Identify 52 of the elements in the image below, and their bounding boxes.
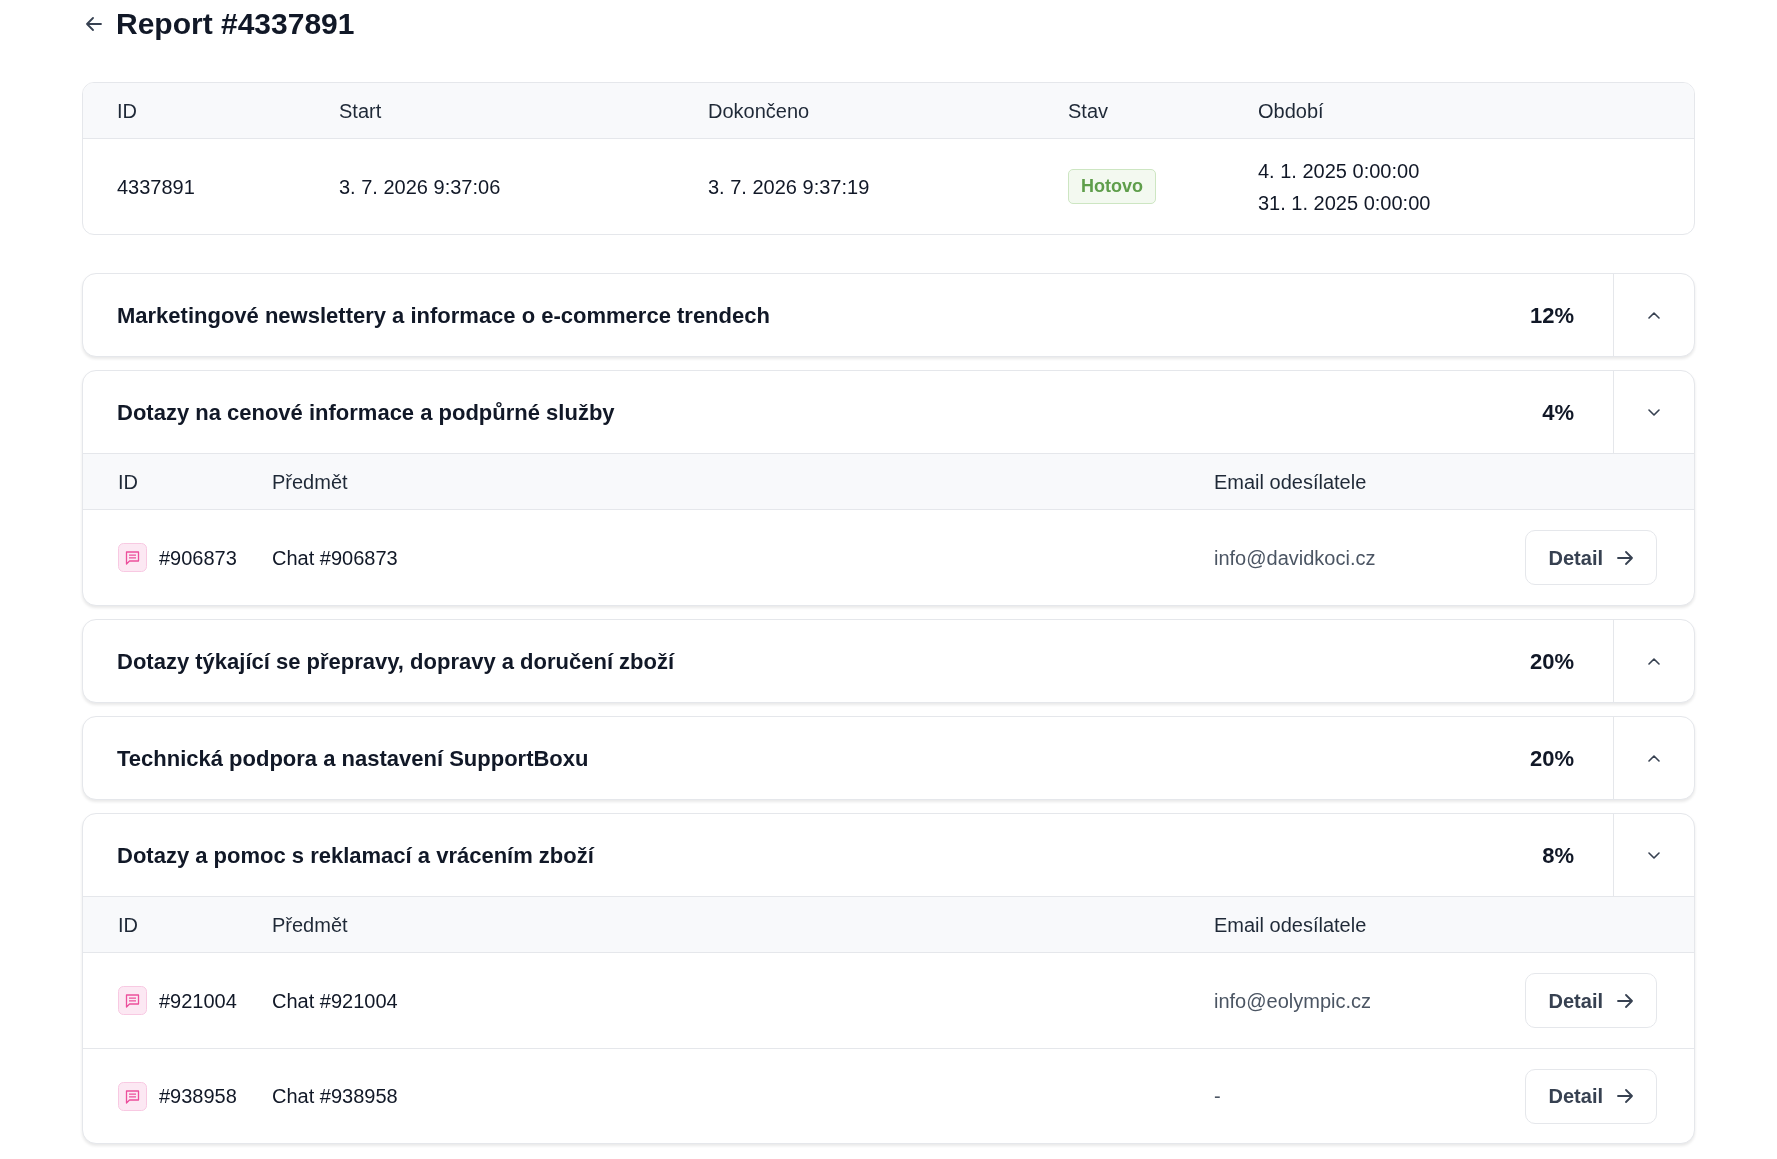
column-header: Předmět xyxy=(272,913,348,936)
category-percentage: 20% xyxy=(1529,647,1574,676)
detail-button[interactable]: Detail xyxy=(1524,530,1657,585)
table-cell: 3. 7. 2026 9:37:19 xyxy=(708,175,870,198)
table-cell: info@davidkoci.cz xyxy=(1214,546,1376,569)
category-title: Dotazy týkající se přepravy, dopravy a doručení zboží xyxy=(117,647,676,676)
column-header: Předmět xyxy=(272,470,348,493)
column-header: ID xyxy=(118,913,138,936)
table-cell: Chat #906873 xyxy=(272,546,398,569)
table-cell: Chat #938958 xyxy=(272,1085,398,1107)
category-percentage: 20% xyxy=(1529,744,1574,773)
column-header: Start xyxy=(339,99,382,122)
table-cell-text: #906873 xyxy=(159,545,237,571)
column-header: Dokončeno xyxy=(708,99,810,122)
chevron-down-icon[interactable] xyxy=(1648,408,1660,416)
table-cell-text: 31. 1. 2025 0:00:00 xyxy=(1258,190,1432,216)
chevron-up-icon[interactable] xyxy=(1648,657,1660,665)
status-badge: Hotovo xyxy=(1068,169,1156,204)
table-cell: info@eolympic.cz xyxy=(1214,989,1372,1012)
back-arrow-icon[interactable] xyxy=(86,17,102,31)
column-header: ID xyxy=(117,99,137,122)
chat-bubble-icon xyxy=(118,543,147,572)
arrow-right-icon xyxy=(1617,1089,1633,1103)
arrow-right-icon xyxy=(1617,550,1633,565)
column-header: Email odesílatele xyxy=(1214,470,1367,493)
table-cell: - xyxy=(1214,1085,1221,1107)
chat-bubble-icon xyxy=(118,986,147,1015)
category-percentage: 4% xyxy=(1542,398,1574,427)
category-title: Dotazy na cenové informace a podpůrné služby xyxy=(117,398,616,427)
chevron-up-icon[interactable] xyxy=(1648,754,1660,762)
column-header: Stav xyxy=(1068,99,1109,122)
arrow-right-icon xyxy=(1617,993,1633,1008)
detail-button[interactable]: Detail xyxy=(1524,1068,1657,1124)
table-cell: Chat #921004 xyxy=(272,989,398,1012)
column-header: Email odesílatele xyxy=(1214,913,1367,936)
detail-button[interactable]: Detail xyxy=(1524,973,1657,1028)
category-title: Dotazy a pomoc s reklamací a vrácením zboží xyxy=(117,841,596,870)
table-cell-text: #921004 xyxy=(159,988,237,1014)
chevron-up-icon[interactable] xyxy=(1648,311,1660,319)
category-percentage: 8% xyxy=(1542,841,1574,870)
column-header: ID xyxy=(118,470,138,493)
table-cell: 4337891 xyxy=(117,175,195,198)
category-title: Technická podpora a nastavení SupportBoxu xyxy=(117,744,590,773)
table-cell: 3. 7. 2026 9:37:06 xyxy=(339,175,501,198)
category-title: Marketingové newslettery a informace o e-commerce trendech xyxy=(117,301,771,330)
column-header: Období xyxy=(1258,99,1324,122)
page-title: Report #4337891 xyxy=(116,9,355,39)
category-percentage: 12% xyxy=(1529,301,1574,330)
table-cell-text: 4. 1. 2025 0:00:00 xyxy=(1258,158,1421,184)
chevron-down-icon[interactable] xyxy=(1648,851,1660,859)
table-cell-text: #938958 xyxy=(159,1084,237,1109)
chat-bubble-icon xyxy=(118,1081,147,1111)
